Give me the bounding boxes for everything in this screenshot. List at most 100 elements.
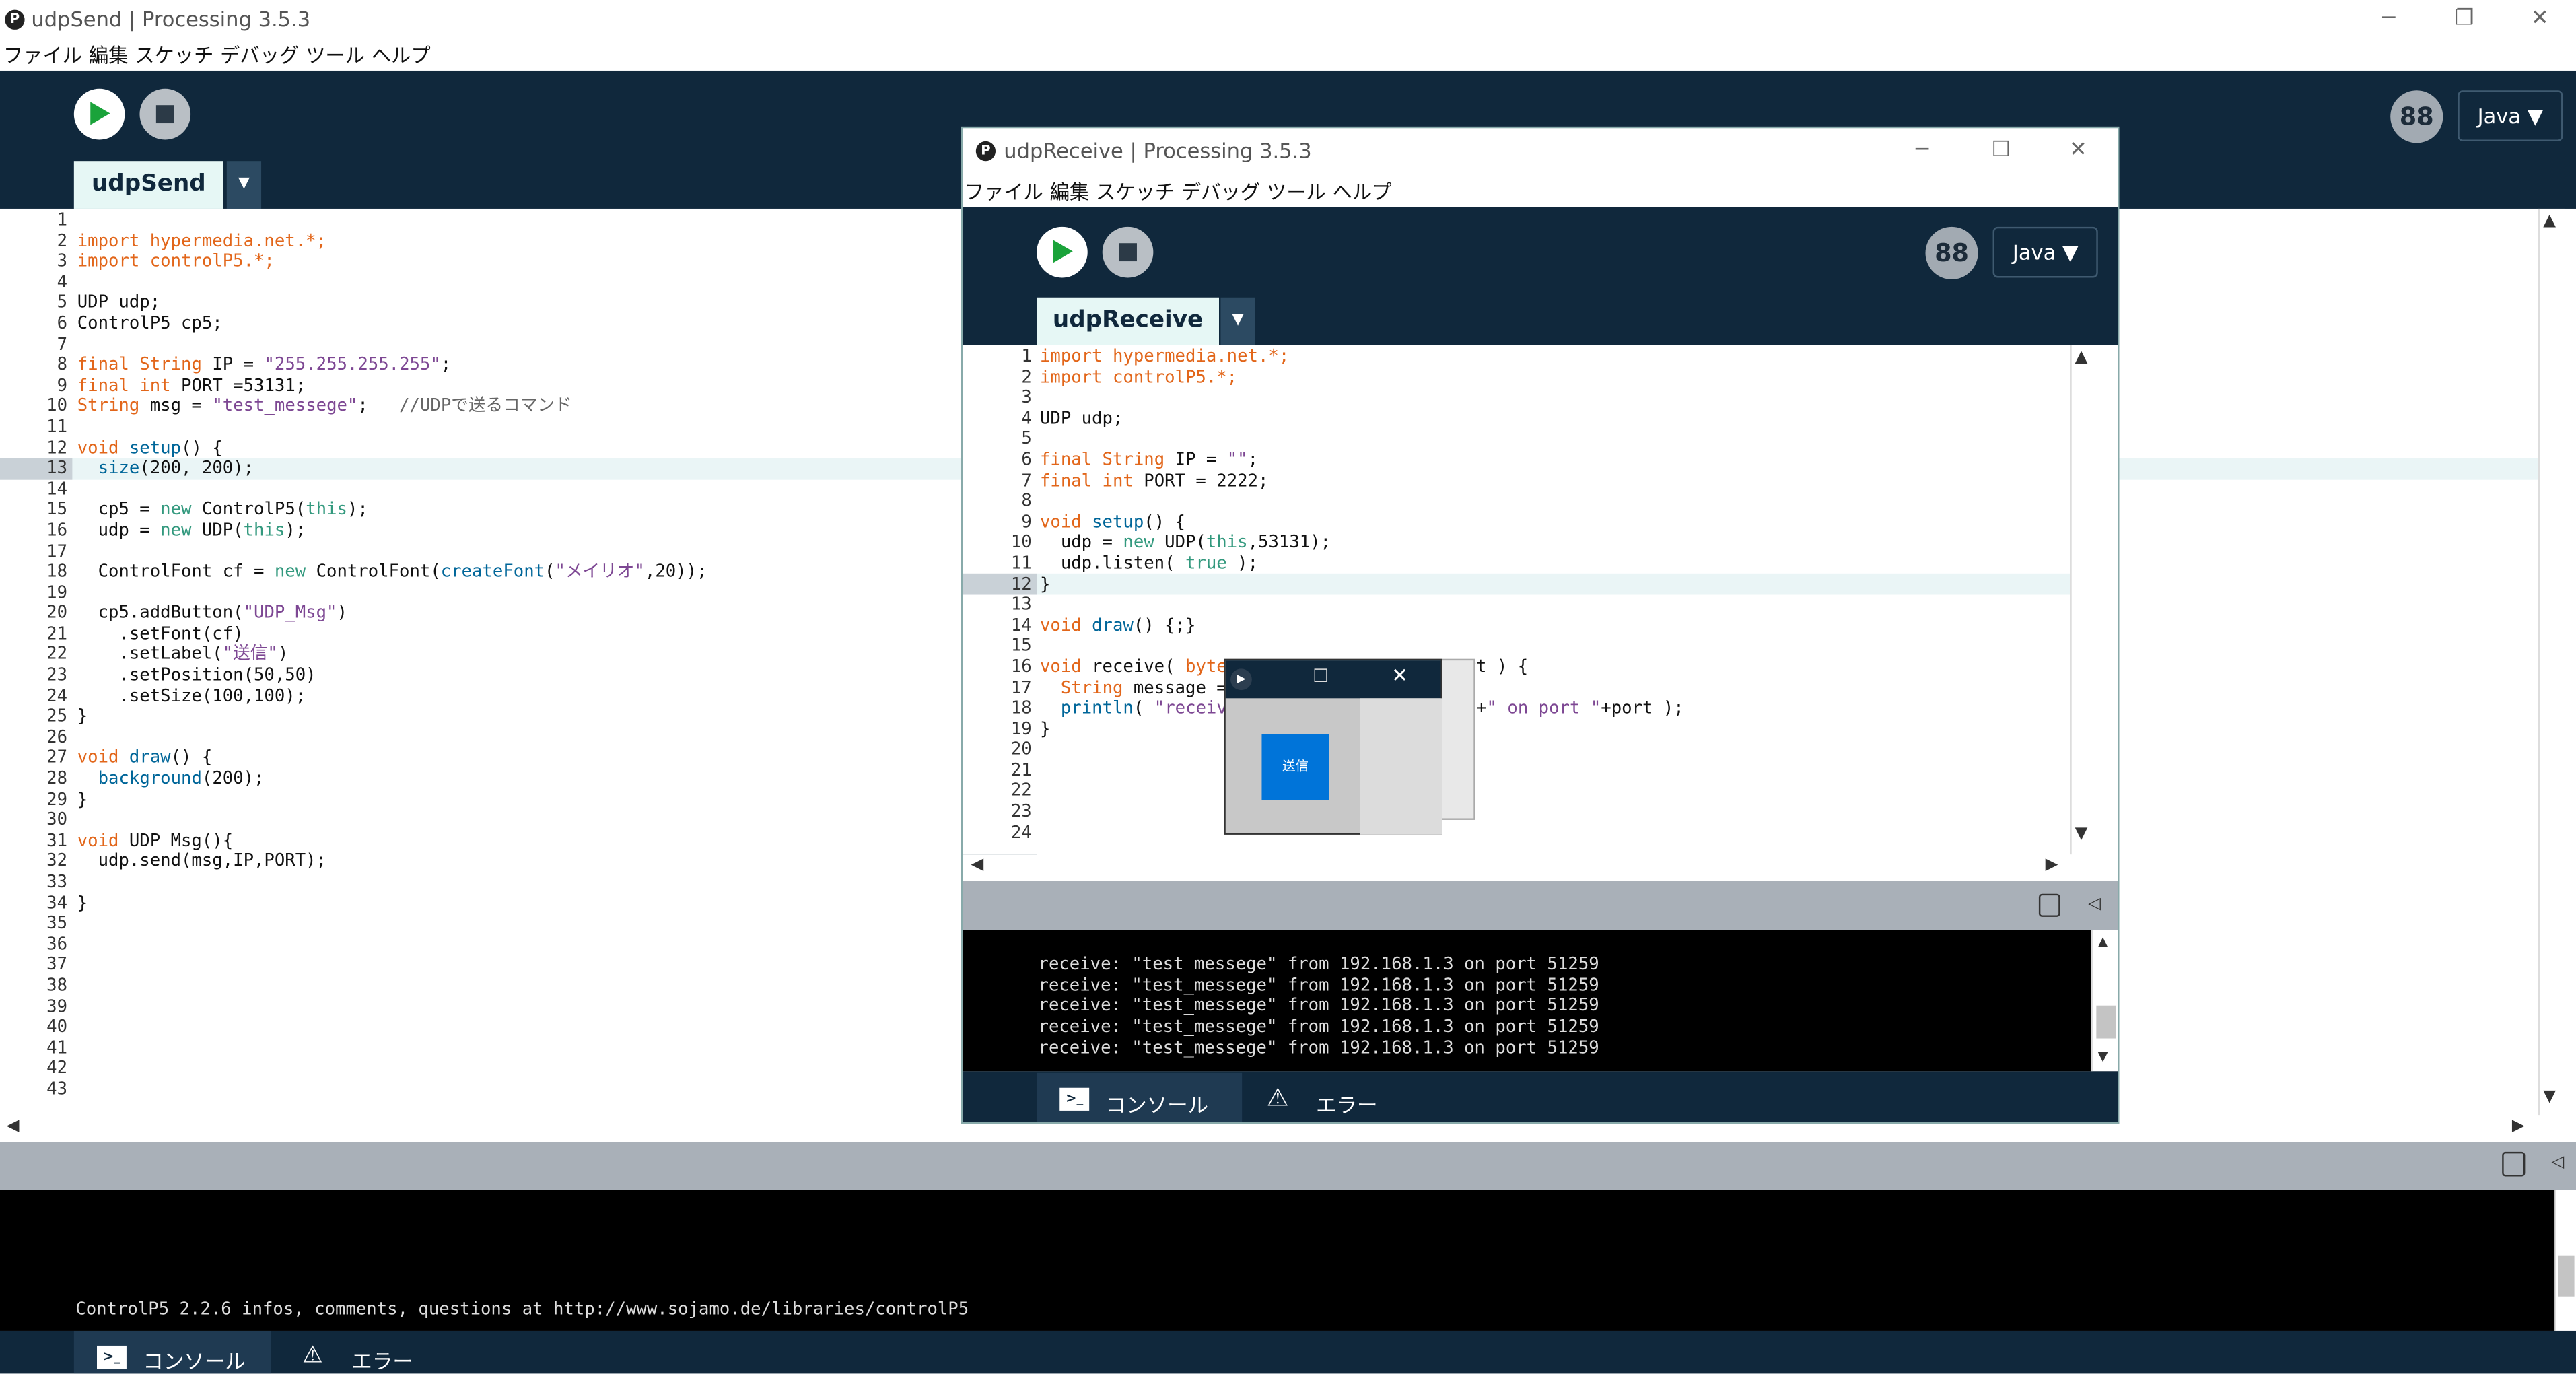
error-tab[interactable]: ⚠ エラー bbox=[283, 1331, 439, 1373]
stop-button[interactable] bbox=[139, 88, 191, 140]
code-text[interactable]: import hypermedia.net.*; import controlP5… bbox=[77, 210, 707, 914]
tab-menu-button[interactable]: ▼ bbox=[1220, 297, 1255, 345]
code-line[interactable]: import controlP5.*; bbox=[77, 252, 707, 273]
maximize-button[interactable]: ☐ bbox=[1313, 665, 1329, 687]
console-scroll-thumb[interactable] bbox=[2096, 1005, 2116, 1039]
scroll-up-icon[interactable]: ▲ bbox=[2075, 348, 2088, 366]
code-line[interactable]: String msg = "test_messege"; //UDPで送るコマン… bbox=[77, 397, 707, 417]
menu-sketch[interactable]: スケッチ bbox=[135, 44, 213, 67]
mode-selector[interactable]: Java ▼ bbox=[1992, 226, 2098, 278]
code-line[interactable]: } bbox=[77, 893, 707, 914]
console-scrollbar[interactable] bbox=[2554, 1190, 2576, 1331]
code-line[interactable]: final int PORT =53131; bbox=[77, 376, 707, 397]
error-tab[interactable]: ⚠ エラー bbox=[1247, 1073, 1404, 1122]
sketch-titlebar[interactable]: ▶ ☐ ✕ bbox=[1225, 660, 1441, 699]
code-line[interactable] bbox=[77, 417, 707, 438]
collapse-console-icon[interactable]: ◁ bbox=[2551, 1153, 2564, 1171]
code-line[interactable]: .setFont(cf) bbox=[77, 624, 707, 645]
code-line[interactable]: udp = new UDP(this,53131); bbox=[1040, 533, 1684, 554]
code-line[interactable]: void draw() {;} bbox=[1040, 616, 1684, 637]
scroll-down-icon[interactable]: ▼ bbox=[2098, 1048, 2108, 1066]
code-line[interactable]: } bbox=[1040, 574, 1684, 595]
code-line[interactable]: .setSize(100,100); bbox=[77, 686, 707, 707]
code-line[interactable] bbox=[77, 335, 707, 355]
code-line[interactable]: void draw() { bbox=[77, 749, 707, 769]
code-line[interactable] bbox=[77, 210, 707, 231]
scroll-up-icon[interactable]: ▲ bbox=[2543, 212, 2556, 230]
menu-file[interactable]: ファイル bbox=[965, 180, 1043, 203]
copy-console-icon[interactable] bbox=[2038, 893, 2060, 917]
debug-mode-icon[interactable]: 88 bbox=[2390, 90, 2443, 143]
tab-menu-button[interactable]: ▼ bbox=[226, 161, 262, 209]
minimize-button[interactable]: ─ bbox=[1884, 133, 1959, 170]
scroll-down-icon[interactable]: ▼ bbox=[2075, 825, 2088, 843]
code-line[interactable]: udp.listen( true ); bbox=[1040, 553, 1684, 574]
code-line[interactable]: void setup() { bbox=[77, 438, 707, 459]
code-line[interactable] bbox=[1040, 491, 1684, 512]
code-line[interactable] bbox=[77, 811, 707, 831]
menu-edit[interactable]: 編集 bbox=[89, 44, 129, 67]
code-line[interactable]: UDP udp; bbox=[77, 293, 707, 314]
code-line[interactable]: void UDP_Msg(){ bbox=[77, 831, 707, 852]
code-line[interactable]: import hypermedia.net.*; bbox=[77, 231, 707, 252]
menu-tools[interactable]: ツール bbox=[1267, 180, 1326, 203]
collapse-console-icon[interactable]: ◁ bbox=[2088, 895, 2101, 914]
code-line[interactable] bbox=[77, 273, 707, 294]
menu-edit[interactable]: 編集 bbox=[1050, 180, 1090, 203]
code-line[interactable]: ControlP5 cp5; bbox=[77, 314, 707, 335]
send-button[interactable]: 送信 bbox=[1261, 734, 1329, 800]
code-line[interactable] bbox=[1040, 595, 1684, 616]
code-line[interactable]: UDP udp; bbox=[1040, 409, 1684, 430]
code-line[interactable] bbox=[77, 541, 707, 562]
code-line[interactable] bbox=[77, 872, 707, 893]
console-scrollbar[interactable]: ▲ ▼ bbox=[2091, 930, 2118, 1072]
copy-console-icon[interactable] bbox=[2502, 1151, 2526, 1177]
close-button[interactable]: ✕ bbox=[2040, 133, 2116, 170]
menu-help[interactable]: ヘルプ bbox=[1333, 180, 1392, 203]
code-line[interactable]: udp.send(msg,IP,PORT); bbox=[77, 852, 707, 872]
code-line[interactable]: cp5.addButton("UDP_Msg") bbox=[77, 603, 707, 624]
scroll-right-icon[interactable]: ▶ bbox=[2046, 856, 2058, 874]
code-line[interactable]: } bbox=[77, 790, 707, 811]
restore-button[interactable]: ❐ bbox=[2427, 1, 2502, 38]
menu-debug[interactable]: デバッグ bbox=[220, 44, 299, 67]
code-line[interactable]: .setPosition(50,50) bbox=[77, 666, 707, 687]
code-line[interactable] bbox=[77, 479, 707, 500]
code-line[interactable]: import hypermedia.net.*; bbox=[1040, 347, 1684, 368]
close-button[interactable]: ✕ bbox=[1391, 664, 1408, 687]
code-line[interactable]: cp5 = new ControlP5(this); bbox=[77, 500, 707, 521]
horizontal-scrollbar[interactable]: ◀ ▶ bbox=[963, 854, 2097, 881]
menu-tools[interactable]: ツール bbox=[306, 44, 365, 67]
scroll-left-icon[interactable]: ◀ bbox=[971, 856, 983, 874]
tab-udpsend[interactable]: udpSend bbox=[73, 161, 223, 209]
scroll-down-icon[interactable]: ▼ bbox=[2543, 1088, 2556, 1106]
run-button[interactable] bbox=[73, 88, 125, 140]
code-line[interactable]: final String IP = ""; bbox=[1040, 450, 1684, 471]
receive-titlebar[interactable]: P udpReceive | Processing 3.5.3 ─ ☐ ✕ bbox=[963, 128, 2118, 174]
code-line[interactable] bbox=[1040, 636, 1684, 657]
code-line[interactable]: ControlFont cf = new ControlFont(createF… bbox=[77, 562, 707, 583]
code-line[interactable] bbox=[1040, 388, 1684, 409]
code-line[interactable]: size(200, 200); bbox=[77, 458, 707, 479]
scroll-right-icon[interactable]: ▶ bbox=[2512, 1118, 2525, 1136]
debug-mode-icon[interactable]: 88 bbox=[1925, 226, 1978, 279]
scroll-left-icon[interactable]: ◀ bbox=[7, 1118, 20, 1136]
code-line[interactable] bbox=[77, 583, 707, 604]
code-line[interactable] bbox=[1040, 430, 1684, 450]
code-line[interactable]: final int PORT = 2222; bbox=[1040, 471, 1684, 491]
code-line[interactable]: .setLabel("送信") bbox=[77, 645, 707, 666]
code-line[interactable] bbox=[77, 728, 707, 749]
run-button[interactable] bbox=[1037, 226, 1088, 278]
close-button[interactable]: ✕ bbox=[2502, 1, 2576, 38]
console-tab[interactable]: >_ コンソール bbox=[1037, 1072, 1243, 1122]
main-titlebar[interactable]: P udpSend | Processing 3.5.3 ─ ❐ ✕ bbox=[0, 0, 2576, 40]
stop-button[interactable] bbox=[1102, 226, 1154, 278]
code-line[interactable]: } bbox=[77, 707, 707, 728]
maximize-button[interactable]: ☐ bbox=[1963, 133, 2039, 170]
menu-debug[interactable]: デバッグ bbox=[1181, 180, 1260, 203]
mode-selector[interactable]: Java ▼ bbox=[2458, 90, 2563, 141]
menu-file[interactable]: ファイル bbox=[3, 44, 82, 67]
code-line[interactable]: final String IP = "255.255.255.255"; bbox=[77, 355, 707, 376]
menu-help[interactable]: ヘルプ bbox=[372, 44, 431, 67]
console-scroll-thumb[interactable] bbox=[2558, 1255, 2575, 1297]
